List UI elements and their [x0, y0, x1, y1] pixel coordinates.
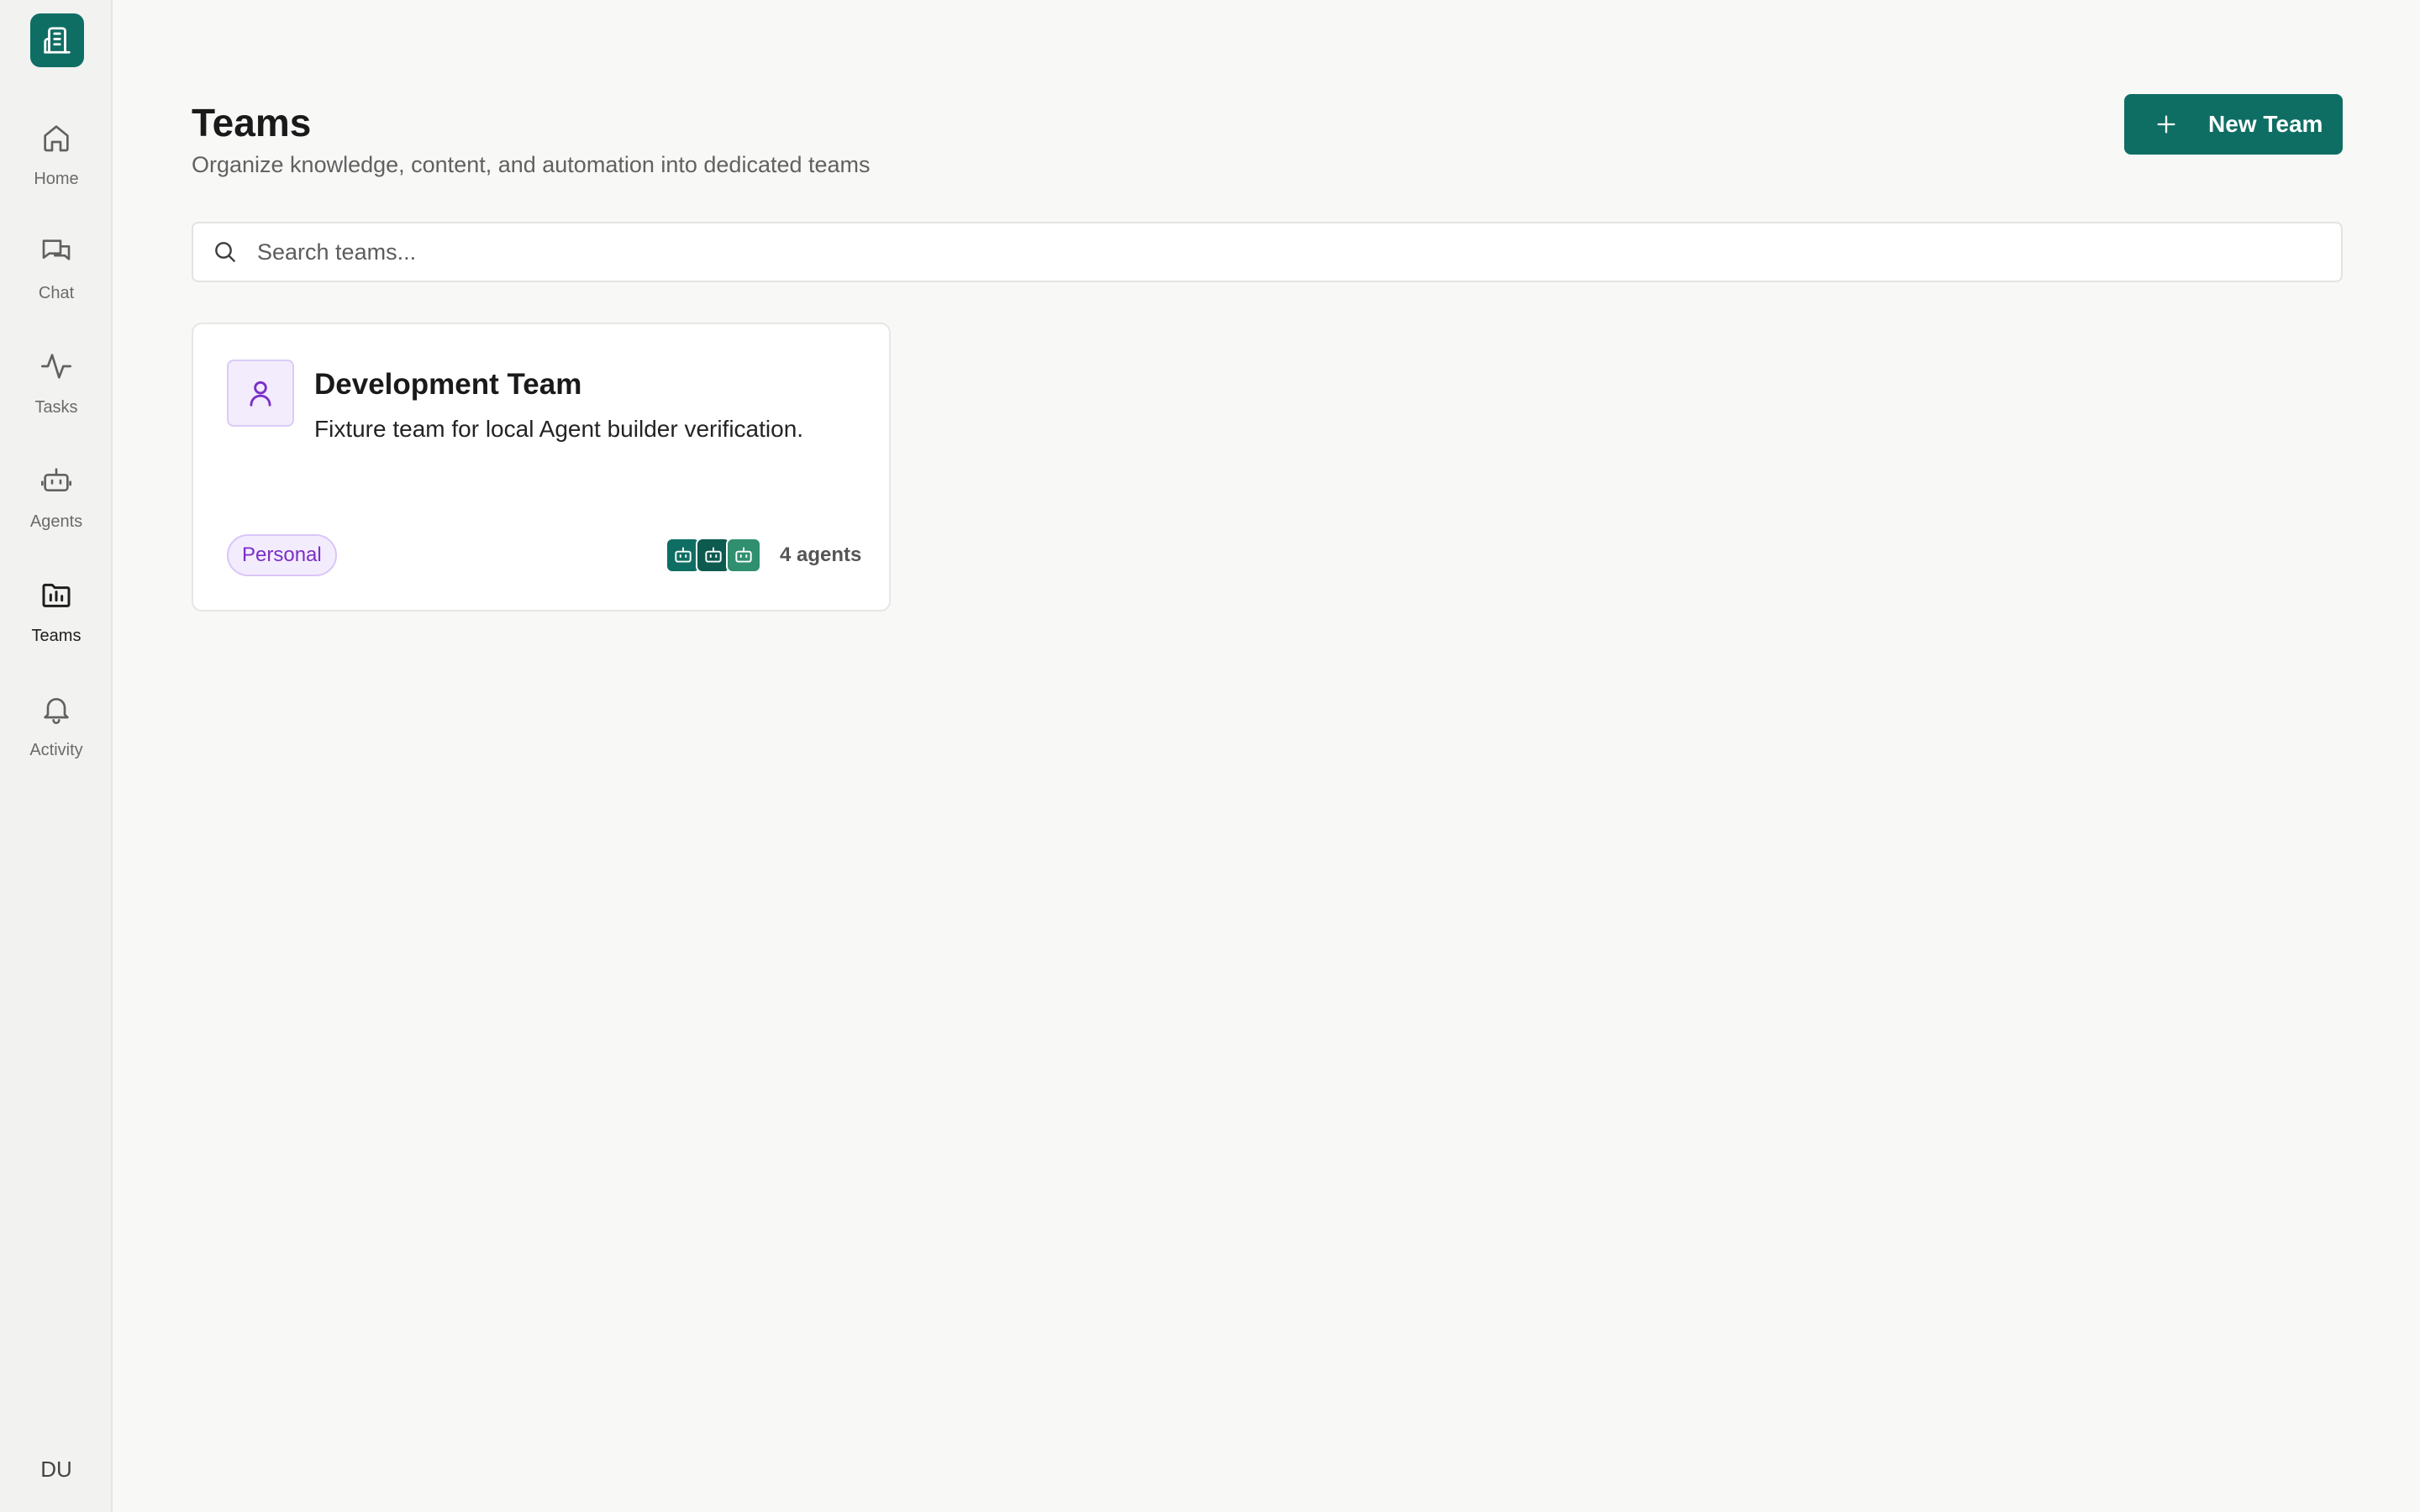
building-icon [44, 27, 71, 54]
sidebar-item-label: Chat [38, 284, 75, 302]
home-icon [38, 119, 75, 156]
search-box[interactable] [192, 222, 2343, 282]
app-logo[interactable] [30, 13, 84, 67]
sidebar-item-teams[interactable]: Teams [0, 576, 113, 677]
sidebar-item-chat[interactable]: Chat [0, 234, 113, 334]
sidebar: Home Chat Tasks Agents Teams Activity DU [0, 0, 113, 1512]
chat-icon [38, 234, 75, 270]
plus-icon [2154, 113, 2178, 136]
search-icon [212, 239, 239, 265]
bot-icon [675, 547, 692, 563]
folder-icon [38, 576, 75, 613]
user-avatar[interactable]: DU [0, 1457, 113, 1483]
new-team-label: New Team [2208, 111, 2323, 137]
sidebar-item-label: Teams [31, 627, 82, 645]
bot-icon [705, 547, 722, 563]
sidebar-item-label: Tasks [34, 398, 78, 417]
bot-icon [38, 462, 75, 499]
pulse-icon [38, 348, 75, 385]
team-description: Fixture team for local Agent builder ver… [314, 416, 804, 442]
agent-avatar [726, 538, 761, 573]
sidebar-item-label: Agents [29, 512, 83, 531]
agent-avatar-stack [666, 538, 763, 573]
sidebar-item-home[interactable]: Home [0, 119, 113, 220]
team-type-badge: Personal [227, 534, 337, 576]
page-title: Teams [192, 101, 312, 144]
bell-icon [38, 690, 75, 727]
team-avatar [227, 360, 294, 427]
agent-count: 4 agents [780, 543, 862, 566]
new-team-button[interactable]: New Team [2124, 94, 2343, 155]
sidebar-item-label: Activity [29, 741, 83, 759]
page-subtitle: Organize knowledge, content, and automat… [192, 152, 871, 177]
sidebar-item-agents[interactable]: Agents [0, 462, 113, 563]
search-input[interactable] [255, 226, 2275, 278]
sidebar-item-label: Home [34, 170, 79, 188]
user-icon [250, 381, 271, 407]
team-name: Development Team [314, 368, 582, 401]
sidebar-item-tasks[interactable]: Tasks [0, 348, 113, 449]
bot-icon [735, 547, 752, 563]
team-card[interactable]: Development Team Fixture team for local … [192, 323, 891, 612]
sidebar-item-activity[interactable]: Activity [0, 690, 113, 791]
app-root: Home Chat Tasks Agents Teams Activity DU… [0, 0, 2420, 1512]
